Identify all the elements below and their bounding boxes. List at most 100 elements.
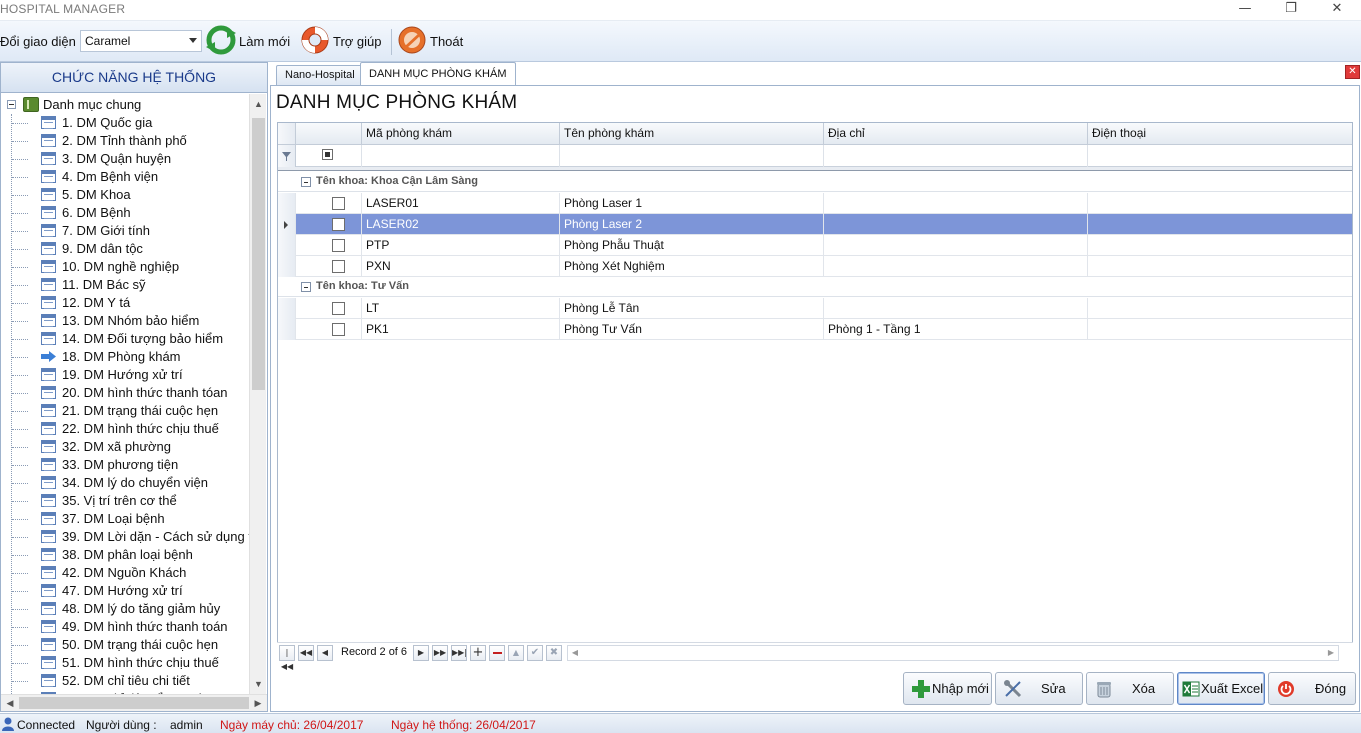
row-checkbox[interactable] — [332, 218, 345, 231]
sidebar-item[interactable]: 33. DM phương tiện — [12, 456, 249, 474]
filter-address-cell[interactable] — [824, 145, 1088, 167]
row-indicator[interactable] — [278, 235, 296, 256]
cell-address[interactable] — [824, 256, 1088, 277]
sidebar-horizontal-scrollbar[interactable]: ◀ ▶ — [1, 694, 267, 711]
sidebar-item[interactable]: 9. DM dân tộc — [12, 240, 249, 258]
row-indicator[interactable] — [278, 193, 296, 214]
cell-phone[interactable] — [1088, 214, 1352, 235]
scroll-thumb[interactable] — [252, 118, 265, 390]
delete-button[interactable]: Xóa — [1086, 672, 1174, 705]
row-checkbox[interactable] — [332, 197, 345, 210]
cell-code[interactable]: LASER01 — [362, 193, 560, 214]
cell-code[interactable]: PK1 — [362, 319, 560, 340]
row-checkbox[interactable] — [332, 239, 345, 252]
sidebar-item[interactable]: 49. DM hình thức thanh toán — [12, 618, 249, 636]
nav-next-page-button[interactable]: ▶▶ — [432, 645, 448, 661]
cell-address[interactable] — [824, 214, 1088, 235]
cell-name[interactable]: Phòng Lễ Tân — [560, 298, 824, 319]
skin-select[interactable]: Caramel — [80, 30, 202, 52]
cell-code[interactable]: LASER02 — [362, 214, 560, 235]
cell-phone[interactable] — [1088, 319, 1352, 340]
nav-cancel-edit-button[interactable]: ✖ — [546, 645, 562, 661]
nav-first-button[interactable]: |◀◀ — [279, 645, 295, 671]
exit-button[interactable]: Thoát — [396, 24, 468, 60]
sidebar-item[interactable]: 13. DM Nhóm bảo hiểm — [12, 312, 249, 330]
sidebar-item[interactable]: 39. DM Lời dặn - Cách sử dụng t — [12, 528, 249, 546]
sidebar-item[interactable]: 48. DM lý do tăng giảm hủy — [12, 600, 249, 618]
collapse-icon[interactable] — [7, 100, 16, 109]
close-window-button[interactable]: ✕ — [1314, 0, 1360, 20]
sidebar-vertical-scrollbar[interactable]: ▲ ▼ — [249, 94, 266, 694]
cell-address[interactable] — [824, 193, 1088, 214]
table-row[interactable]: LASER01 Phòng Laser 1 — [278, 193, 1352, 214]
help-button[interactable]: Trợ giúp — [299, 24, 387, 60]
table-row[interactable]: LASER02 Phòng Laser 2 — [278, 214, 1352, 235]
sidebar-item[interactable]: 1. DM Quốc gia — [12, 114, 249, 132]
collapse-icon[interactable] — [301, 177, 311, 187]
sidebar-item[interactable]: 35. Vị trí trên cơ thể — [12, 492, 249, 510]
sidebar-item[interactable]: 37. DM Loại bệnh — [12, 510, 249, 528]
close-tab-icon[interactable]: ✕ — [1345, 65, 1360, 79]
sidebar-item[interactable]: 34. DM lý do chuyển viện — [12, 474, 249, 492]
row-checkbox[interactable] — [332, 260, 345, 273]
nav-end-edit-button[interactable]: ✔ — [527, 645, 543, 661]
nav-delete-button[interactable] — [489, 645, 505, 661]
sidebar-item[interactable]: 32. DM xã phường — [12, 438, 249, 456]
sidebar-item[interactable]: 14. DM Đối tượng bảo hiểm — [12, 330, 249, 348]
nav-prev-button[interactable]: ◀ — [317, 645, 333, 661]
grid-horizontal-scrollbar[interactable]: ◀ ▶ — [567, 645, 1339, 661]
cell-address[interactable] — [824, 298, 1088, 319]
sidebar-item[interactable]: 4. Dm Bệnh viện — [12, 168, 249, 186]
cell-code[interactable]: LT — [362, 298, 560, 319]
table-row[interactable]: PXN Phòng Xét Nghiệm — [278, 256, 1352, 277]
new-button[interactable]: Nhập mới — [903, 672, 992, 705]
cell-name[interactable]: Phòng Phẫu Thuật — [560, 235, 824, 256]
nav-edit-button[interactable]: ▲ — [508, 645, 524, 661]
row-indicator[interactable] — [278, 256, 296, 277]
row-indicator[interactable] — [278, 298, 296, 319]
export-excel-button[interactable]: Xuất Excel — [1177, 672, 1265, 705]
column-header-address[interactable]: Địa chỉ — [824, 123, 1088, 145]
sidebar-item[interactable]: 5. DM Khoa — [12, 186, 249, 204]
sidebar-item[interactable]: 50. DM trạng thái cuộc hẹn — [12, 636, 249, 654]
sidebar-item[interactable]: 20. DM hình thức thanh tóan — [12, 384, 249, 402]
group-row[interactable]: Tên khoa: Khoa Cận Lâm Sàng — [278, 172, 1352, 192]
refresh-button[interactable]: Làm mới — [205, 24, 295, 60]
cell-name[interactable]: Phòng Laser 2 — [560, 214, 824, 235]
cell-address[interactable]: Phòng 1 - Tầng 1 — [824, 319, 1088, 340]
sidebar-item[interactable]: 12. DM Y tá — [12, 294, 249, 312]
cell-code[interactable]: PTP — [362, 235, 560, 256]
collapse-icon[interactable] — [301, 282, 311, 292]
sidebar-item[interactable]: 6. DM Bệnh — [12, 204, 249, 222]
group-row[interactable]: Tên khoa: Tư Vấn — [278, 277, 1352, 297]
close-button[interactable]: Đóng — [1268, 672, 1356, 705]
row-indicator[interactable] — [278, 319, 296, 340]
column-header-phone[interactable]: Điện thoại — [1088, 123, 1352, 145]
scroll-thumb[interactable] — [19, 697, 249, 709]
scroll-down-icon[interactable]: ▼ — [250, 676, 267, 692]
tab-danh-muc-phong-kham[interactable]: DANH MỤC PHÒNG KHÁM — [360, 62, 516, 86]
cell-phone[interactable] — [1088, 256, 1352, 277]
sidebar-item[interactable]: 2. DM Tỉnh thành phố — [12, 132, 249, 150]
nav-last-button[interactable]: ▶▶| — [451, 645, 467, 661]
column-header-code[interactable]: Mã phòng khám — [362, 123, 560, 145]
cell-phone[interactable] — [1088, 298, 1352, 319]
sidebar-item[interactable]: 42. DM Nguồn Khách — [12, 564, 249, 582]
table-row[interactable]: LT Phòng Lễ Tân — [278, 298, 1352, 319]
minimize-button[interactable]: — — [1222, 0, 1268, 20]
scroll-right-icon[interactable]: ▶ — [1325, 647, 1337, 659]
cell-name[interactable]: Phòng Laser 1 — [560, 193, 824, 214]
nav-append-button[interactable]: + — [470, 645, 486, 661]
sidebar-item[interactable]: 10. DM nghề nghiệp — [12, 258, 249, 276]
sidebar-item[interactable]: 21. DM trạng thái cuộc hẹn — [12, 402, 249, 420]
scroll-up-icon[interactable]: ▲ — [250, 96, 267, 112]
sidebar-item[interactable]: 47. DM Hướng xử trí — [12, 582, 249, 600]
edit-button[interactable]: Sửa — [995, 672, 1083, 705]
filter-phone-cell[interactable] — [1088, 145, 1352, 167]
cell-phone[interactable] — [1088, 235, 1352, 256]
cell-code[interactable]: PXN — [362, 256, 560, 277]
cell-phone[interactable] — [1088, 193, 1352, 214]
sidebar-item[interactable]: 3. DM Quận huyện — [12, 150, 249, 168]
table-row[interactable]: PTP Phòng Phẫu Thuật — [278, 235, 1352, 256]
sidebar-item[interactable]: 18. DM Phòng khám — [12, 348, 249, 366]
